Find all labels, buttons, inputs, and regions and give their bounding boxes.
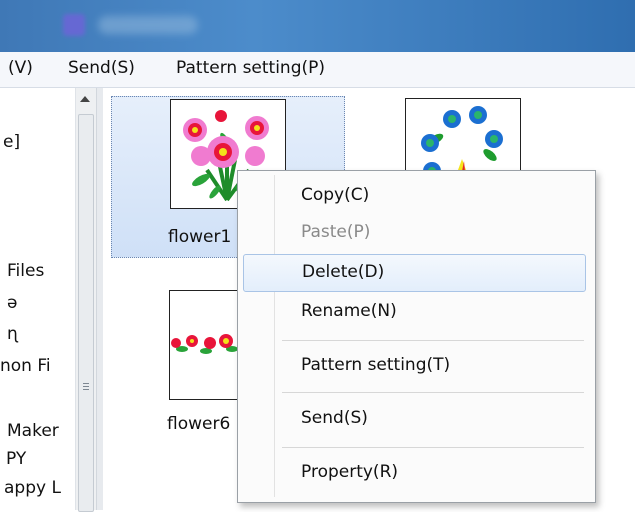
menu-view[interactable]: (V) <box>8 58 33 78</box>
pattern-label: flower6 <box>167 414 231 434</box>
menu-item-copy[interactable]: Copy(C) <box>243 178 584 214</box>
menu-item-rename[interactable]: Rename(N) <box>243 294 584 330</box>
tree-item[interactable]: Files <box>7 261 44 281</box>
window-title-blurred <box>98 16 198 34</box>
grip-icon <box>83 386 89 387</box>
menu-item-label: Paste(P) <box>301 222 371 242</box>
menu-separator <box>282 447 584 448</box>
menu-send[interactable]: Send(S) <box>68 58 135 78</box>
pattern-label: flower1 <box>168 227 232 247</box>
tree-item[interactable]: ə <box>7 293 17 313</box>
menu-item-label: Send(S) <box>301 408 368 428</box>
tree-item[interactable]: Maker <box>7 421 59 441</box>
menu-item-label: Pattern setting(T) <box>301 355 451 375</box>
menu-item-label: Property(R) <box>301 462 399 482</box>
tree-item[interactable]: e] <box>3 132 20 152</box>
menu-item-pattern-setting[interactable]: Pattern setting(T) <box>243 348 584 384</box>
folder-tree: e] Files ə ɳ non Fi Maker PY appy L <box>0 88 75 510</box>
menu-item-delete[interactable]: Delete(D) <box>243 254 586 292</box>
menu-item-send[interactable]: Send(S) <box>243 401 584 437</box>
menu-item-label: Copy(C) <box>301 185 370 205</box>
tree-item[interactable]: appy L <box>4 478 61 498</box>
title-bar <box>0 0 635 52</box>
menu-item-label: Rename(N) <box>301 301 397 321</box>
menu-item-label: Delete(D) <box>302 262 385 282</box>
tree-item[interactable]: non Fi <box>0 356 51 376</box>
tree-item[interactable]: ɳ <box>7 324 18 344</box>
menu-item-property[interactable]: Property(R) <box>243 455 584 491</box>
grip-icon <box>83 383 89 384</box>
menu-separator <box>282 340 584 341</box>
tree-scrollbar[interactable] <box>75 88 96 512</box>
app-icon <box>63 14 85 36</box>
menu-bar: (V) Send(S) Pattern setting(P) <box>0 52 635 88</box>
menu-separator <box>282 392 584 393</box>
context-menu: Copy(C) Paste(P) Delete(D) Rename(N) Pat… <box>237 170 596 503</box>
scrollbar-thumb[interactable] <box>78 114 94 512</box>
menu-item-paste: Paste(P) <box>243 215 584 251</box>
tree-item[interactable]: PY <box>6 449 26 469</box>
menu-pattern-setting[interactable]: Pattern setting(P) <box>176 58 325 78</box>
chevron-up-icon[interactable] <box>80 96 90 102</box>
grip-icon <box>83 389 89 390</box>
